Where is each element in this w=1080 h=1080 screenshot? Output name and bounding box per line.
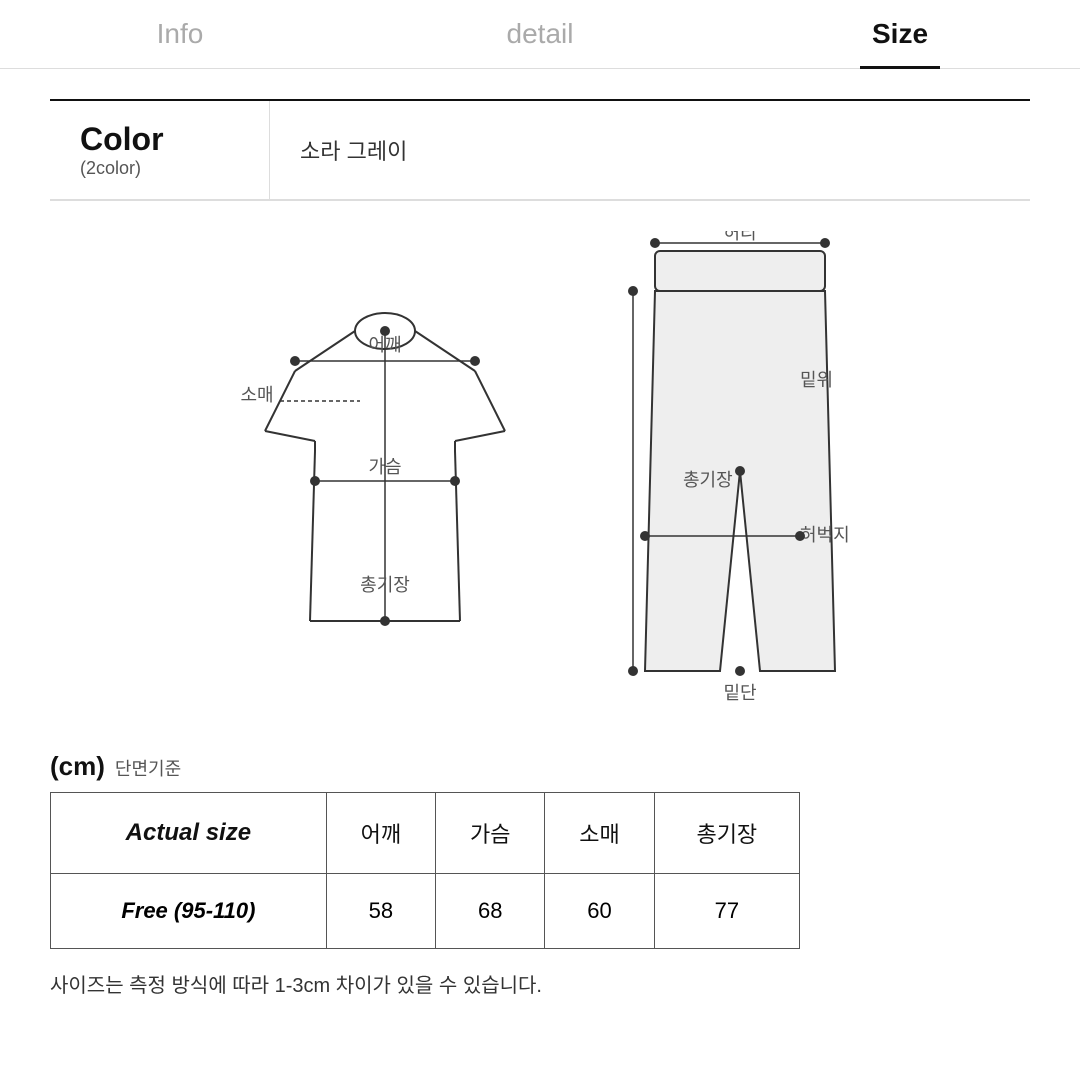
tab-info[interactable]: Info (0, 0, 360, 68)
header-total-length: 총기장 (654, 793, 799, 874)
header-sleeve: 소매 (545, 793, 654, 874)
header-shoulder: 어깨 (326, 793, 435, 874)
cell-shoulder-val: 58 (326, 874, 435, 949)
cm-text: (cm) (50, 751, 105, 782)
cell-chest-val: 68 (436, 874, 545, 949)
danmyeon-text: 단면기준 (115, 755, 181, 781)
table-header-row: Actual size 어깨 가슴 소매 총기장 (51, 793, 800, 874)
color-label-box: Color (2color) (50, 101, 270, 199)
header-chest: 가슴 (436, 793, 545, 874)
size-note: 사이즈는 측정 방식에 따라 1-3cm 차이가 있을 수 있습니다. (50, 969, 1030, 998)
svg-text:총기장: 총기장 (683, 470, 733, 490)
tab-navigation: Info detail Size (0, 0, 1080, 69)
diagram-area: 어깨 가슴 총기장 소매 허리 (50, 231, 1030, 711)
svg-text:허벅지: 허벅지 (800, 525, 850, 545)
svg-text:소매: 소매 (240, 385, 273, 405)
cell-sleeve-val: 60 (545, 874, 654, 949)
cell-total-val: 77 (654, 874, 799, 949)
cm-label-row: (cm) 단면기준 (50, 751, 1030, 782)
color-section: Color (2color) 소라 그레이 (50, 99, 1030, 201)
pants-diagram: 허리 밑위 허벅지 총기장 총기장 밑단 (625, 231, 855, 711)
color-value: 소라 그레이 (270, 114, 437, 186)
shirt-diagram: 어깨 가슴 총기장 소매 (225, 231, 545, 681)
table-row: Free (95-110) 58 68 60 77 (51, 874, 800, 949)
svg-text:허리: 허리 (723, 231, 756, 243)
main-content: Color (2color) 소라 그레이 (0, 69, 1080, 1028)
size-table: Actual size 어깨 가슴 소매 총기장 Free (95-110) 5… (50, 792, 800, 949)
cell-size-label: Free (95-110) (51, 874, 327, 949)
header-actual-size: Actual size (51, 793, 327, 874)
color-main-label: Color (80, 121, 239, 158)
svg-text:밑단: 밑단 (723, 683, 756, 703)
svg-text:밑위: 밑위 (800, 370, 833, 390)
tab-detail[interactable]: detail (360, 0, 720, 68)
color-sub-label: (2color) (80, 158, 239, 179)
tab-size[interactable]: Size (720, 0, 1080, 68)
svg-text:총기장: 총기장 (360, 575, 410, 595)
